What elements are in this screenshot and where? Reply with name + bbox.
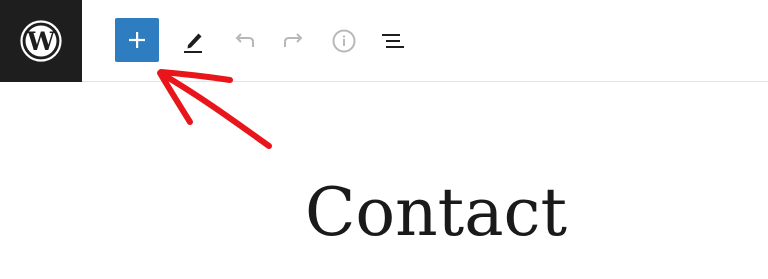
editor-toolbar: W <box>0 0 768 82</box>
info-icon <box>332 29 356 53</box>
details-button[interactable] <box>329 26 359 56</box>
redo-icon <box>284 33 303 47</box>
plus-icon <box>129 32 145 48</box>
editor-frame: W Contact <box>0 0 768 279</box>
list-view-button[interactable] <box>379 26 409 56</box>
add-block-button[interactable] <box>115 18 159 62</box>
pencil-icon <box>184 33 202 53</box>
edit-tool-button[interactable] <box>178 26 208 56</box>
undo-button[interactable] <box>229 26 259 56</box>
post-title[interactable]: Contact <box>0 168 768 258</box>
wordpress-logo-button[interactable]: W <box>0 0 82 82</box>
undo-icon <box>235 33 254 47</box>
wordpress-logo-icon: W <box>20 20 62 62</box>
list-view-icon <box>382 34 404 48</box>
redo-button[interactable] <box>279 26 309 56</box>
arrow-shaft <box>159 71 272 149</box>
svg-text:W: W <box>26 27 56 56</box>
